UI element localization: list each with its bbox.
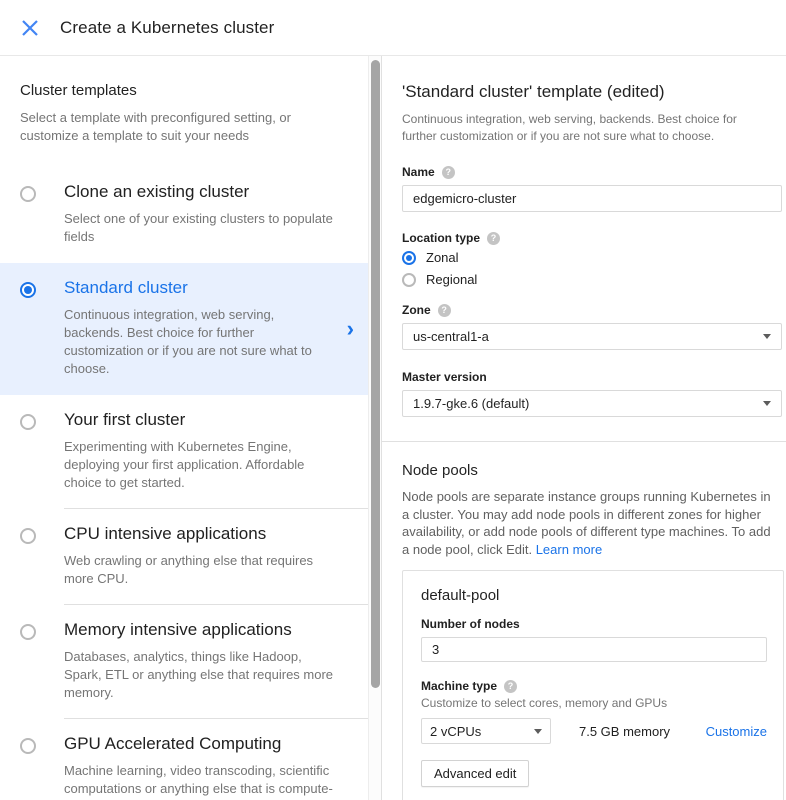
template-title: Memory intensive applications [64, 620, 336, 640]
zonal-label: Zonal [426, 250, 459, 265]
template-detail-description: Continuous integration, web serving, bac… [402, 111, 774, 145]
dropdown-caret-icon [763, 401, 771, 406]
cluster-templates-description: Select a template with preconfigured set… [20, 109, 348, 145]
template-title: GPU Accelerated Computing [64, 734, 336, 754]
location-zonal-option[interactable]: Zonal [402, 250, 780, 265]
name-label-row: Name ? [402, 165, 780, 179]
memory-text: 7.5 GB memory [579, 724, 670, 739]
template-title: Standard cluster [64, 278, 336, 298]
zone-label-row: Zone ? [402, 303, 780, 317]
dialog-title: Create a Kubernetes cluster [60, 18, 274, 38]
radio-unselected-icon[interactable] [20, 414, 36, 430]
cluster-templates-heading: Cluster templates [20, 82, 348, 99]
radio-selected-icon[interactable] [402, 251, 416, 265]
radio-unselected-icon[interactable] [20, 186, 36, 202]
radio-selected-icon[interactable] [20, 282, 36, 298]
machine-type-select[interactable]: 2 vCPUs [421, 718, 551, 744]
customize-link[interactable]: Customize [706, 724, 767, 739]
template-title: Your first cluster [64, 410, 336, 430]
machine-type-row: 2 vCPUs 7.5 GB memory Customize [421, 718, 767, 744]
help-icon[interactable]: ? [442, 166, 455, 179]
zone-value: us-central1-a [413, 329, 489, 344]
master-version-select[interactable]: 1.9.7-gke.6 (default) [402, 390, 782, 417]
help-icon[interactable]: ? [504, 680, 517, 693]
master-version-label: Master version [402, 370, 487, 384]
regional-label: Regional [426, 272, 477, 287]
dropdown-caret-icon [534, 729, 542, 734]
radio-unselected-icon[interactable] [402, 273, 416, 287]
template-item-standard-cluster[interactable]: Standard cluster Continuous integration,… [0, 263, 368, 395]
master-version-label-row: Master version [402, 370, 780, 384]
cluster-templates-panel: Cluster templates Select a template with… [0, 56, 368, 800]
template-list: Clone an existing cluster Select one of … [0, 167, 368, 800]
template-item-your-first-cluster[interactable]: Your first cluster Experimenting with Ku… [0, 395, 368, 509]
machine-type-label: Machine type [421, 679, 497, 693]
template-title: CPU intensive applications [64, 524, 336, 544]
template-description: Continuous integration, web serving, bac… [64, 306, 322, 378]
master-version-value: 1.9.7-gke.6 (default) [413, 396, 529, 411]
section-divider [382, 441, 786, 442]
template-item-clone-existing[interactable]: Clone an existing cluster Select one of … [0, 167, 368, 263]
number-of-nodes-label-row: Number of nodes [421, 617, 765, 631]
location-type-label-row: Location type ? [402, 231, 780, 245]
pool-name: default-pool [421, 587, 765, 604]
machine-type-label-row: Machine type ? [421, 679, 765, 693]
dialog-header: Create a Kubernetes cluster [0, 0, 786, 56]
template-description: Machine learning, video transcoding, sci… [64, 762, 336, 800]
radio-unselected-icon[interactable] [20, 738, 36, 754]
machine-type-hint: Customize to select cores, memory and GP… [421, 696, 765, 710]
chevron-right-icon: › [347, 318, 354, 340]
name-label: Name [402, 165, 435, 179]
zone-select[interactable]: us-central1-a [402, 323, 782, 350]
template-item-memory-intensive[interactable]: Memory intensive applications Databases,… [0, 605, 368, 719]
number-of-nodes-input[interactable] [421, 637, 767, 662]
scrollbar[interactable] [368, 56, 381, 800]
template-description: Experimenting with Kubernetes Engine, de… [64, 438, 336, 492]
radio-unselected-icon[interactable] [20, 528, 36, 544]
radio-unselected-icon[interactable] [20, 624, 36, 640]
create-kubernetes-cluster-dialog: Create a Kubernetes cluster Cluster temp… [0, 0, 786, 800]
help-icon[interactable]: ? [438, 304, 451, 317]
default-pool-card: default-pool Number of nodes Machine typ… [402, 570, 784, 800]
template-item-gpu-accelerated[interactable]: GPU Accelerated Computing Machine learni… [0, 719, 368, 800]
cluster-name-input[interactable] [402, 185, 782, 212]
node-pools-heading: Node pools [402, 462, 780, 479]
template-detail-title: 'Standard cluster' template (edited) [402, 82, 780, 102]
machine-type-value: 2 vCPUs [430, 724, 481, 739]
scrollbar-thumb[interactable] [371, 60, 380, 688]
number-of-nodes-label: Number of nodes [421, 617, 520, 631]
node-pools-description: Node pools are separate instance groups … [402, 488, 780, 558]
location-regional-option[interactable]: Regional [402, 272, 780, 287]
location-type-label: Location type [402, 231, 480, 245]
close-icon-glyph [22, 20, 38, 36]
template-description: Web crawling or anything else that requi… [64, 552, 336, 588]
close-icon[interactable] [18, 16, 42, 40]
template-description: Databases, analytics, things like Hadoop… [64, 648, 336, 702]
zone-label: Zone [402, 303, 431, 317]
dropdown-caret-icon [763, 334, 771, 339]
template-description: Select one of your existing clusters to … [64, 210, 336, 246]
learn-more-link[interactable]: Learn more [536, 542, 602, 557]
advanced-edit-button[interactable]: Advanced edit [421, 760, 529, 787]
help-icon[interactable]: ? [487, 232, 500, 245]
template-detail-panel: 'Standard cluster' template (edited) Con… [381, 56, 786, 800]
template-item-cpu-intensive[interactable]: CPU intensive applications Web crawling … [0, 509, 368, 605]
template-title: Clone an existing cluster [64, 182, 336, 202]
